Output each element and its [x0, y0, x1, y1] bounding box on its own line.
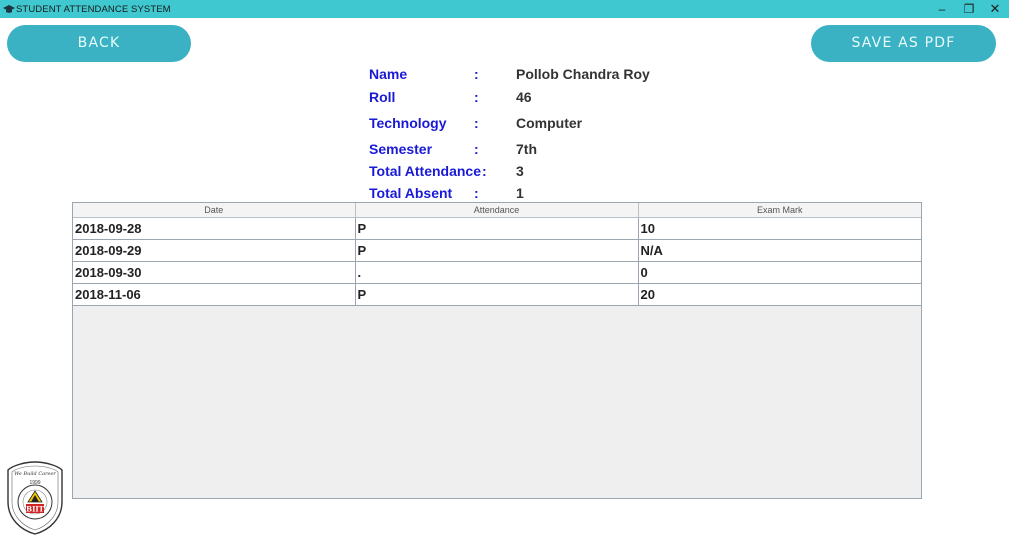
table-row[interactable]: 2018-11-06 P 20 [73, 283, 921, 306]
name-label: Name [369, 66, 408, 82]
column-header-date[interactable]: Date [73, 203, 356, 218]
logo-abbr: BIIT [26, 505, 44, 514]
total-attendance-label: Total Attendance [369, 163, 482, 179]
total-absent-value: 1 [516, 185, 524, 201]
date-cell[interactable]: 2018-09-29 [73, 239, 356, 262]
exam-mark-cell[interactable]: 20 [638, 283, 921, 306]
attendance-cell[interactable]: P [355, 239, 639, 262]
exam-mark-cell[interactable]: 10 [638, 217, 921, 240]
roll-value: 46 [516, 89, 532, 105]
column-header-exam-mark[interactable]: Exam Mark [638, 203, 921, 218]
back-button[interactable]: BACK [7, 25, 191, 62]
attendance-table[interactable]: Date Attendance Exam Mark 2018-09-28 P 1… [72, 202, 922, 499]
semester-label: Semester [369, 141, 433, 157]
date-cell[interactable]: 2018-11-06 [73, 283, 356, 306]
technology-value: Computer [516, 115, 583, 131]
attendance-cell[interactable]: . [355, 261, 639, 284]
graduation-cap-icon [3, 5, 15, 13]
total-absent-label: Total Absent [369, 185, 453, 201]
colon: : [474, 89, 479, 105]
exam-mark-cell[interactable]: N/A [638, 239, 921, 262]
window-title: STUDENT ATTENDANCE SYSTEM [16, 4, 171, 15]
table-row[interactable]: 2018-09-30 . 0 [73, 261, 921, 284]
logo-year: 1999 [29, 480, 40, 486]
name-value: Pollob Chandra Roy [516, 66, 650, 82]
colon: : [482, 163, 487, 179]
colon: : [474, 115, 479, 131]
column-header-attendance[interactable]: Attendance [355, 203, 639, 218]
roll-label: Roll [369, 89, 396, 105]
attendance-cell[interactable]: P [355, 283, 639, 306]
colon: : [474, 185, 479, 201]
attendance-cell[interactable]: P [355, 217, 639, 240]
table-row[interactable]: 2018-09-29 P N/A [73, 239, 921, 262]
colon: : [474, 66, 479, 82]
semester-value: 7th [516, 141, 537, 157]
table-header: Date Attendance Exam Mark [73, 203, 921, 218]
table-row[interactable]: 2018-09-28 P 10 [73, 217, 921, 240]
minimize-button[interactable]: – [929, 0, 955, 18]
technology-label: Technology [369, 115, 447, 131]
exam-mark-cell[interactable]: 0 [638, 261, 921, 284]
close-button[interactable]: ✕ [982, 0, 1008, 18]
title-bar: STUDENT ATTENDANCE SYSTEM – ❐ ✕ [0, 0, 1009, 18]
save-as-pdf-button[interactable]: SAVE AS PDF [811, 25, 996, 62]
colon: : [474, 141, 479, 157]
maximize-button[interactable]: ❐ [956, 0, 982, 18]
date-cell[interactable]: 2018-09-28 [73, 217, 356, 240]
total-attendance-value: 3 [516, 163, 524, 179]
logo-motto: We Build Career [14, 471, 56, 477]
institute-logo: We Build Career 1999 BIIT [7, 461, 63, 535]
date-cell[interactable]: 2018-09-30 [73, 261, 356, 284]
